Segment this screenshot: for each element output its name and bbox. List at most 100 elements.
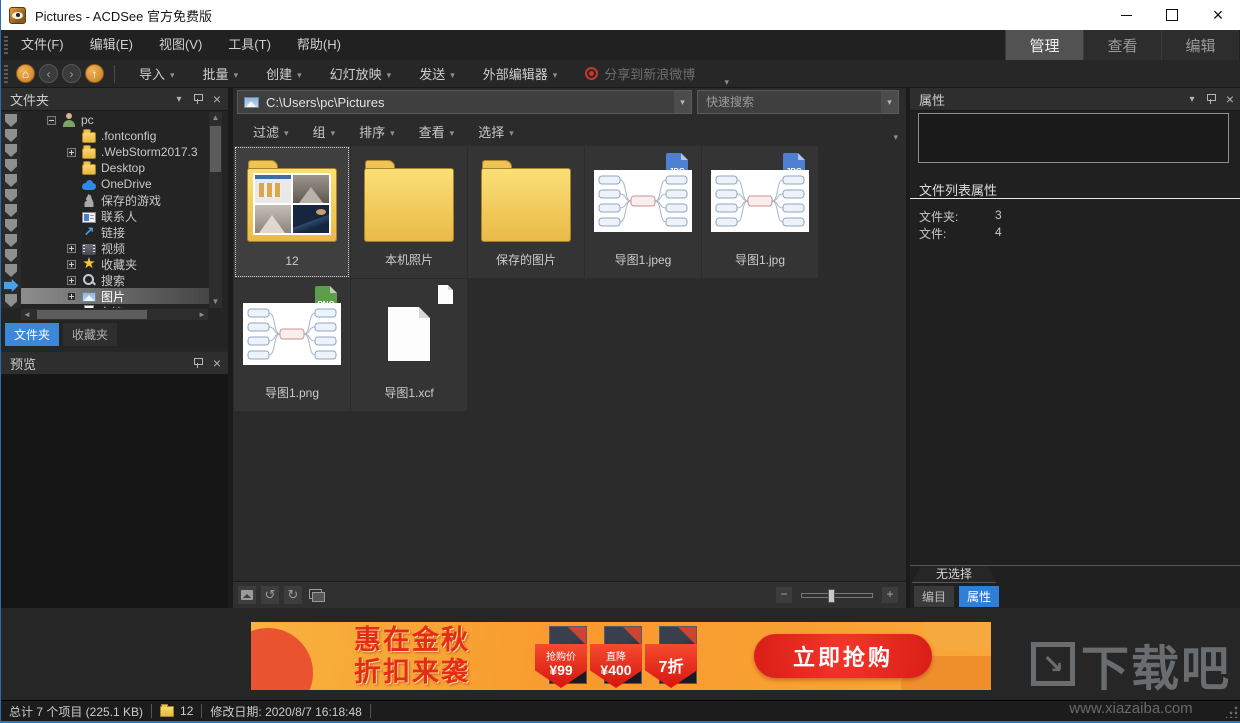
easy-select-marker[interactable] xyxy=(5,189,17,202)
back-icon[interactable]: ‹ xyxy=(39,64,58,83)
filmstrip-icon[interactable] xyxy=(307,586,325,604)
ad-banner[interactable]: 惠在金秋 折扣来袭 抢购价¥99 直降¥400 7折 立即抢购 xyxy=(251,622,991,690)
rotate-right-icon[interactable]: ↻ xyxy=(284,586,302,604)
tree-item-fontconfig[interactable]: .fontconfig xyxy=(21,128,209,144)
scroll-left-icon[interactable]: ◄ xyxy=(21,309,33,320)
tree-item-pictures[interactable]: 图片 xyxy=(21,288,209,304)
mode-view-button[interactable]: 查看 xyxy=(1083,30,1161,60)
panel-menu-icon[interactable] xyxy=(1184,91,1200,107)
share-weibo-button[interactable]: 分享到新浪微博 xyxy=(571,60,709,88)
file-tile-12[interactable]: 12 xyxy=(234,146,350,278)
zoom-slider[interactable] xyxy=(801,593,873,598)
zoom-out-button[interactable]: − xyxy=(776,587,792,603)
tree-item-desktop[interactable]: Desktop xyxy=(21,160,209,176)
close-panel-icon[interactable] xyxy=(209,91,225,107)
expand-icon[interactable] xyxy=(67,148,76,157)
file-tile-local-photos[interactable]: 本机照片 xyxy=(351,146,467,278)
menu-tools[interactable]: 工具(T) xyxy=(215,30,284,60)
menu-edit[interactable]: 编辑(E) xyxy=(77,30,146,60)
forward-icon[interactable]: › xyxy=(62,64,81,83)
maximize-button[interactable] xyxy=(1149,0,1195,30)
file-tile-daotu1-jpeg[interactable]: JPG 导图1.jpeg xyxy=(585,146,701,278)
tree-item-favorites[interactable]: 收藏夹 xyxy=(21,256,209,272)
external-editor-button[interactable]: 外部编辑器 xyxy=(469,60,572,88)
easy-select-marker[interactable] xyxy=(5,174,17,187)
file-tile-daotu1-xcf[interactable]: 导图1.xcf xyxy=(351,279,467,411)
search-dropdown-icon[interactable] xyxy=(881,91,898,113)
path-dropdown-icon[interactable] xyxy=(674,91,691,113)
import-button[interactable]: 导入 xyxy=(125,60,189,88)
tree-item-documents[interactable]: 文档 xyxy=(21,304,209,308)
search-input[interactable] xyxy=(698,92,874,112)
tab-properties[interactable]: 属性 xyxy=(959,586,999,607)
path-breadcrumb[interactable]: C:\Users\pc\Pictures xyxy=(237,90,692,114)
easy-select-marker[interactable] xyxy=(5,129,17,142)
tab-folders[interactable]: 文件夹 xyxy=(5,323,59,346)
expand-icon[interactable] xyxy=(67,244,76,253)
slideshow-button[interactable]: 幻灯放映 xyxy=(316,60,406,88)
menu-help[interactable]: 帮助(H) xyxy=(284,30,354,60)
home-icon[interactable]: ⌂ xyxy=(16,64,35,83)
select-button[interactable]: 选择 xyxy=(466,118,526,144)
collapse-icon[interactable] xyxy=(47,116,56,125)
easy-select-marker[interactable] xyxy=(5,234,17,247)
file-tile-saved-pictures[interactable]: 保存的图片 xyxy=(468,146,584,278)
easy-select-marker[interactable] xyxy=(5,144,17,157)
easy-select-marker[interactable] xyxy=(5,219,17,232)
close-panel-icon[interactable] xyxy=(209,355,225,371)
file-tile-daotu1-jpg[interactable]: JPG 导图1.jpg xyxy=(702,146,818,278)
tree-item-pc[interactable]: pc xyxy=(21,112,209,128)
scroll-up-icon[interactable]: ▲ xyxy=(209,112,222,124)
scroll-right-icon[interactable]: ► xyxy=(196,309,208,320)
resize-grip[interactable] xyxy=(1226,706,1238,718)
file-tile-daotu1-png[interactable]: PNG 导图1.png xyxy=(234,279,350,411)
up-icon[interactable]: ↑ xyxy=(85,64,104,83)
panel-menu-icon[interactable] xyxy=(171,91,187,107)
tree-horizontal-scrollbar[interactable]: ◄ ► xyxy=(21,309,208,320)
filter-overflow-icon[interactable] xyxy=(888,127,898,145)
minimize-button[interactable] xyxy=(1103,0,1149,30)
expand-icon[interactable] xyxy=(67,292,76,301)
tree-item-search[interactable]: 搜索 xyxy=(21,272,209,288)
sort-button[interactable]: 排序 xyxy=(347,118,407,144)
close-panel-icon[interactable] xyxy=(1222,91,1238,107)
group-button[interactable]: 组 xyxy=(301,118,348,144)
tree-item-webstorm[interactable]: .WebStorm2017.3 xyxy=(21,144,209,160)
pin-icon[interactable] xyxy=(190,91,206,107)
tree-item-videos[interactable]: 视频 xyxy=(21,240,209,256)
filter-button[interactable]: 过滤 xyxy=(241,118,301,144)
toolbar-grip[interactable] xyxy=(4,65,8,83)
easy-select-marker[interactable] xyxy=(5,249,17,262)
thumbnail-view-icon[interactable] xyxy=(238,586,256,604)
tree-vertical-scrollbar[interactable]: ▲ ▼ xyxy=(209,112,222,308)
scroll-down-icon[interactable]: ▼ xyxy=(209,296,222,308)
create-button[interactable]: 创建 xyxy=(252,60,316,88)
no-selection-tab[interactable]: 无选择 xyxy=(912,566,996,583)
send-button[interactable]: 发送 xyxy=(405,60,469,88)
tab-favorites[interactable]: 收藏夹 xyxy=(63,323,117,346)
close-button[interactable] xyxy=(1195,0,1240,30)
menu-file[interactable]: 文件(F) xyxy=(8,30,77,60)
pin-icon[interactable] xyxy=(190,355,206,371)
tree-item-onedrive[interactable]: OneDrive xyxy=(21,176,209,192)
tab-catalog[interactable]: 编目 xyxy=(914,586,954,607)
expand-icon[interactable] xyxy=(67,276,76,285)
easy-select-marker[interactable] xyxy=(5,204,17,217)
zoom-slider-thumb[interactable] xyxy=(828,589,835,603)
view-button[interactable]: 查看 xyxy=(407,118,467,144)
zoom-in-button[interactable]: + xyxy=(882,587,898,603)
rotate-left-icon[interactable]: ↺ xyxy=(261,586,279,604)
expand-icon[interactable] xyxy=(67,308,76,309)
easy-select-marker[interactable] xyxy=(5,159,17,172)
easy-select-marker[interactable] xyxy=(5,264,17,277)
pin-icon[interactable] xyxy=(1203,91,1219,107)
mode-manage-button[interactable]: 管理 xyxy=(1005,30,1083,60)
mode-edit-button[interactable]: 编辑 xyxy=(1161,30,1239,60)
tree-item-links[interactable]: 链接 xyxy=(21,224,209,240)
batch-button[interactable]: 批量 xyxy=(189,60,253,88)
easy-select-marker-selected[interactable] xyxy=(4,279,19,292)
scrollbar-thumb[interactable] xyxy=(37,310,147,319)
easy-select-marker[interactable] xyxy=(5,114,17,127)
scrollbar-thumb[interactable] xyxy=(210,126,221,172)
tree-item-saved-games[interactable]: 保存的游戏 xyxy=(21,192,209,208)
